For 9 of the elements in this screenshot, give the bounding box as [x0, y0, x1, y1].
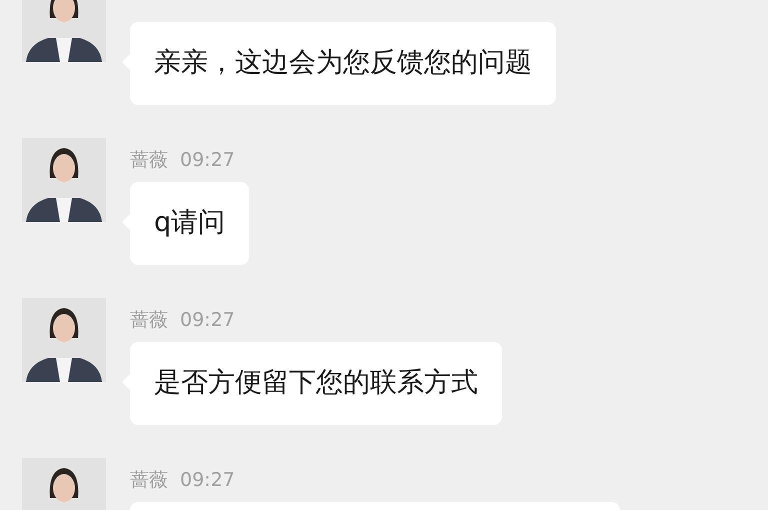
- message-time: 09:27: [180, 468, 235, 493]
- message-time: 09:27: [180, 308, 235, 333]
- message-text: q请问: [154, 206, 226, 240]
- message-text: 是否方便留下您的联系方式: [154, 366, 478, 400]
- sender-name: 蔷薇: [130, 468, 168, 493]
- message-text: 亲亲，这边会为您反馈您的问题: [154, 46, 532, 80]
- sender-name: 蔷薇: [130, 148, 168, 173]
- sender-name: 蔷薇: [130, 308, 168, 333]
- message-time: 09:27: [180, 148, 235, 173]
